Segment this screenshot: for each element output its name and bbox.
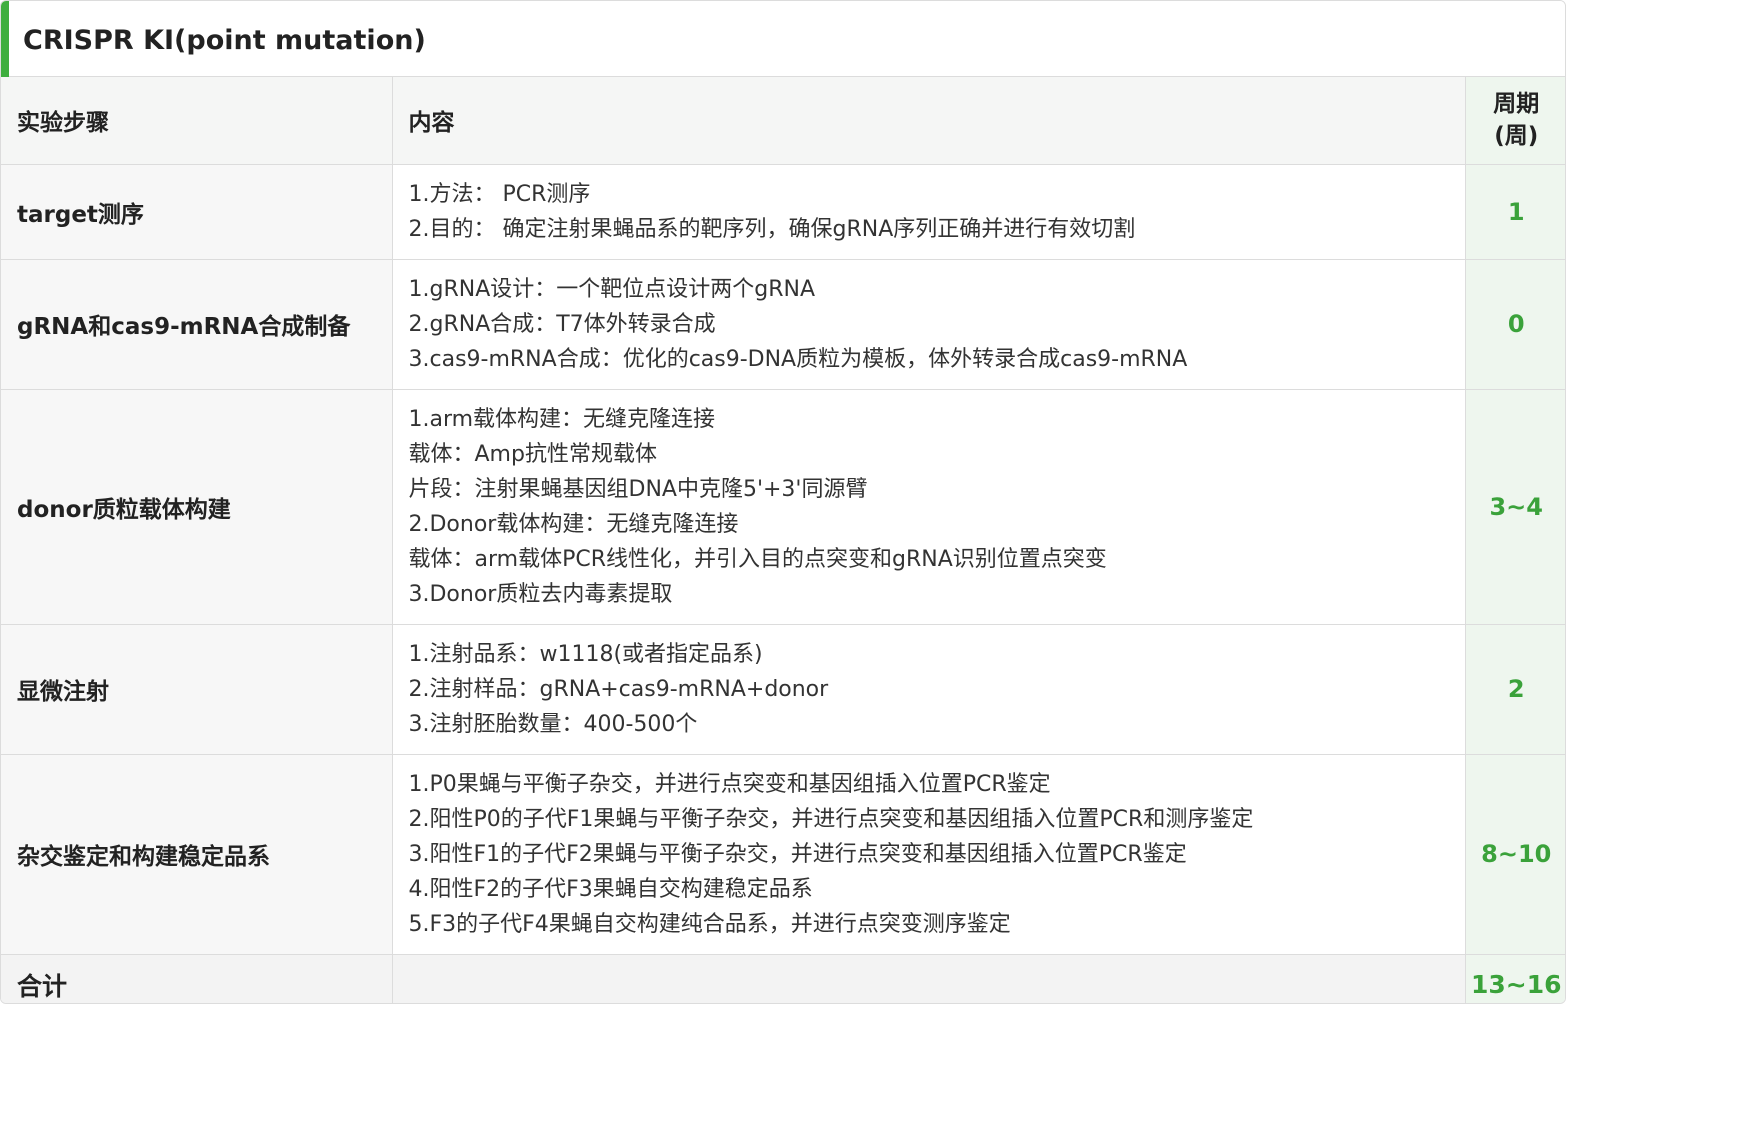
content-line: 3.cas9-mRNA合成：优化的cas9-DNA质粒为模板，体外转录合成cas… [408, 346, 1188, 372]
step-name: 显微注射 [1, 624, 393, 755]
step-name: 杂交鉴定和构建稳定品系 [1, 754, 393, 955]
step-name: gRNA和cas9-mRNA合成制备 [1, 259, 393, 390]
header-period: 周期 (周) [1465, 77, 1565, 165]
table-row: 显微注射 1.注射品系：w1118(或者指定品系) 2.注射样品：gRNA+ca… [1, 624, 1565, 755]
total-row: 合计 13~16 [1, 954, 1565, 1003]
protocol-card: CRISPR KI(point mutation) 实验步骤 内容 周期 (周)… [0, 0, 1566, 1004]
header-content: 内容 [392, 77, 1466, 165]
content-line: 2.Donor载体构建：无缝克隆连接 [408, 511, 739, 537]
table-row: 杂交鉴定和构建稳定品系 1.P0果蝇与平衡子杂交，并进行点突变和基因组插入位置P… [1, 754, 1565, 955]
step-content: 1.方法： PCR测序 2.目的： 确定注射果蝇品系的靶序列，确保gRNA序列正… [392, 164, 1466, 260]
content-line: 3.阳性F1的子代F2果蝇与平衡子杂交，并进行点突变和基因组插入位置PCR鉴定 [408, 841, 1187, 867]
content-line: 2.gRNA合成：T7体外转录合成 [408, 311, 716, 337]
step-period: 2 [1465, 624, 1565, 755]
step-period: 8~10 [1465, 754, 1565, 955]
content-line: 3.Donor质粒去内毒素提取 [408, 581, 673, 607]
content-line: 载体：Amp抗性常规载体 [408, 441, 657, 467]
content-line: 载体：arm载体PCR线性化，并引入目的点突变和gRNA识别位置点突变 [408, 546, 1107, 572]
content-line: 3.注射胚胎数量：400-500个 [408, 711, 698, 737]
content-line: 1.方法： PCR测序 [408, 181, 591, 207]
total-period: 13~16 [1465, 954, 1565, 1003]
content-line: 片段：注射果蝇基因组DNA中克隆5'+3'同源臂 [408, 476, 868, 502]
step-content: 1.P0果蝇与平衡子杂交，并进行点突变和基因组插入位置PCR鉴定 2.阳性P0的… [392, 754, 1466, 955]
step-name: target测序 [1, 164, 393, 260]
content-line: 1.arm载体构建：无缝克隆连接 [408, 406, 716, 432]
header-step: 实验步骤 [1, 77, 393, 165]
step-period: 1 [1465, 164, 1565, 260]
title-bar: CRISPR KI(point mutation) [1, 1, 1565, 77]
table-header-row: 实验步骤 内容 周期 (周) [1, 77, 1565, 165]
table-row: gRNA和cas9-mRNA合成制备 1.gRNA设计：一个靶位点设计两个gRN… [1, 259, 1565, 390]
step-content: 1.arm载体构建：无缝克隆连接 载体：Amp抗性常规载体 片段：注射果蝇基因组… [392, 389, 1466, 625]
content-line: 1.注射品系：w1118(或者指定品系) [408, 641, 763, 667]
title-accent-bar [1, 1, 9, 77]
step-period: 0 [1465, 259, 1565, 390]
content-line: 2.阳性P0的子代F1果蝇与平衡子杂交，并进行点突变和基因组插入位置PCR和测序… [408, 806, 1254, 832]
header-period-line2: (周) [1494, 123, 1539, 150]
header-period-line1: 周期 [1493, 91, 1540, 118]
content-line: 1.P0果蝇与平衡子杂交，并进行点突变和基因组插入位置PCR鉴定 [408, 771, 1051, 797]
step-content: 1.注射品系：w1118(或者指定品系) 2.注射样品：gRNA+cas9-mR… [392, 624, 1466, 755]
total-label: 合计 [1, 954, 393, 1003]
total-content [392, 954, 1466, 1003]
content-line: 1.gRNA设计：一个靶位点设计两个gRNA [408, 276, 816, 302]
table-row: donor质粒载体构建 1.arm载体构建：无缝克隆连接 载体：Amp抗性常规载… [1, 389, 1565, 625]
table-row: target测序 1.方法： PCR测序 2.目的： 确定注射果蝇品系的靶序列，… [1, 164, 1565, 260]
content-line: 2.目的： 确定注射果蝇品系的靶序列，确保gRNA序列正确并进行有效切割 [408, 216, 1136, 242]
step-name: donor质粒载体构建 [1, 389, 393, 625]
page-title: CRISPR KI(point mutation) [23, 25, 426, 56]
step-period: 3~4 [1465, 389, 1565, 625]
step-content: 1.gRNA设计：一个靶位点设计两个gRNA 2.gRNA合成：T7体外转录合成… [392, 259, 1466, 390]
content-line: 4.阳性F2的子代F3果蝇自交构建稳定品系 [408, 876, 813, 902]
content-line: 5.F3的子代F4果蝇自交构建纯合品系，并进行点突变测序鉴定 [408, 911, 1011, 937]
content-line: 2.注射样品：gRNA+cas9-mRNA+donor [408, 676, 829, 702]
steps-table: 实验步骤 内容 周期 (周) target测序 1.方法： PCR测序 2.目的… [1, 77, 1565, 1003]
